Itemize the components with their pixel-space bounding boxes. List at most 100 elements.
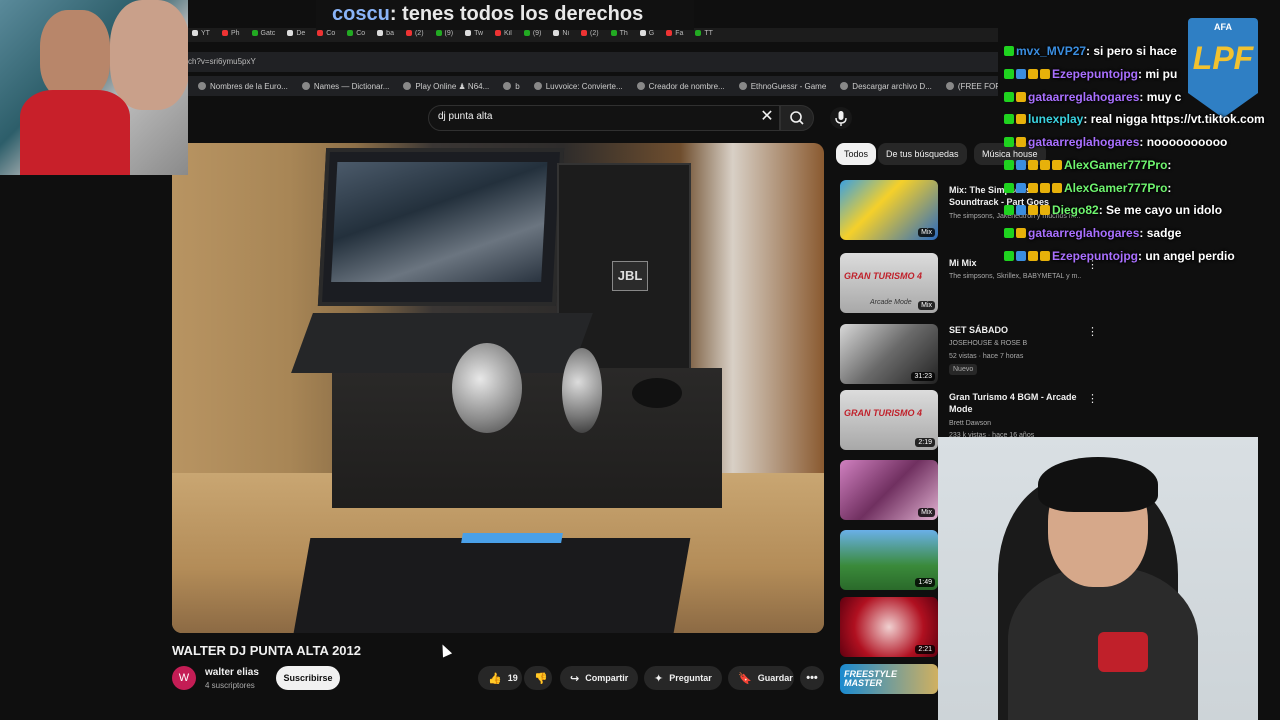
- webcam-top-left: [0, 0, 188, 175]
- recommendation-thumbnail[interactable]: 1:49: [840, 530, 938, 590]
- thumbnail-badge: 1:49: [915, 578, 935, 587]
- chat-badge-icon: [1040, 251, 1050, 261]
- browser-tab[interactable]: Co: [313, 28, 339, 42]
- close-icon[interactable]: ✕: [760, 109, 774, 125]
- address-bar[interactable]: [188, 52, 998, 72]
- recommendation-title[interactable]: Gran Turismo 4 BGM - Arcade Mode: [949, 391, 1081, 415]
- browser-tab[interactable]: Fa: [662, 28, 687, 42]
- bookmark-favicon-icon: [945, 82, 954, 90]
- webcam-streamer: [938, 437, 1258, 720]
- recommendation-thumbnail[interactable]: GRAN TURISMO 4 2:19: [840, 390, 938, 450]
- chat-text: : muy c: [1139, 90, 1182, 104]
- bookmark-label: Creador de nombre...: [648, 81, 725, 91]
- chat-badge-icon: [1052, 160, 1062, 170]
- channel-avatar[interactable]: W: [172, 666, 196, 690]
- thumbnail-text: Arcade Mode: [870, 299, 912, 306]
- browser-tab-strip: YT Ph Gatc De Co Co ba (2) (9) Tw Kil (9) Ni (2) Th G Fa…: [188, 28, 998, 42]
- more-vertical-icon[interactable]: ⋮: [1087, 325, 1098, 338]
- subscriber-count: 4 suscriptores: [205, 681, 255, 690]
- browser-tab[interactable]: G: [636, 28, 658, 42]
- browser-tab[interactable]: Kil: [491, 28, 516, 42]
- like-button[interactable]: 👍 19: [478, 666, 522, 690]
- bookmark-label: Nombres de la Euro...: [210, 81, 288, 91]
- recommendation-thumbnail[interactable]: Mix: [840, 180, 938, 240]
- chat-badge-icon: [1016, 137, 1026, 147]
- channel-name[interactable]: walter elias: [205, 667, 259, 678]
- chat-text: : un angel perdio: [1138, 249, 1235, 263]
- video-frame-mixer-light: [461, 533, 563, 543]
- recommendation-thumbnail[interactable]: FREESTYLE MASTER: [840, 664, 938, 694]
- recommendation-thumbnail[interactable]: 2:21: [840, 597, 938, 657]
- caption-text: coscu: tenes todos los derechos: [332, 3, 643, 26]
- chat-badge-icon: [1016, 69, 1026, 79]
- recommendation-title[interactable]: SET SÁBADO: [949, 324, 1081, 336]
- bookmark-favicon-icon: [503, 82, 512, 90]
- chat-username: Diego82: [1052, 203, 1099, 217]
- browser-tab[interactable]: (2): [577, 28, 603, 42]
- browser-tab[interactable]: Ni: [549, 28, 573, 42]
- bookmark-favicon-icon: [840, 82, 849, 90]
- browser-tab[interactable]: De: [283, 28, 309, 42]
- bookmark-favicon-icon: [738, 82, 747, 90]
- bookmark-item[interactable]: (FREE FOR PROFIT)...: [945, 82, 998, 91]
- bookmark-item[interactable]: Luvvoice: Convierte...: [533, 82, 623, 91]
- league-badge-top-text: AFA: [1214, 22, 1232, 32]
- bookmark-item[interactable]: Creador de nombre...: [636, 81, 725, 91]
- bookmark-label: b: [515, 81, 520, 91]
- video-frame-headphone: [562, 348, 602, 433]
- browser-tab[interactable]: Tw: [461, 28, 487, 42]
- bookmark-item[interactable]: Descargar archivo D...: [840, 82, 932, 91]
- bookmark-favicon-icon: [301, 82, 310, 90]
- chat-badge-icon: [1040, 205, 1050, 215]
- search-button[interactable]: [780, 105, 814, 131]
- browser-tab[interactable]: Th: [607, 28, 632, 42]
- chat-text: :: [1167, 181, 1172, 195]
- chat-badge-icon: [1040, 183, 1050, 193]
- voice-search-button[interactable]: [830, 107, 852, 129]
- browser-tab[interactable]: Ph: [218, 28, 244, 42]
- sparkle-icon: ✦: [654, 672, 664, 685]
- browser-tab[interactable]: (9): [432, 28, 458, 42]
- streamer-hair: [1038, 457, 1158, 512]
- bookmark-item[interactable]: Nombres de la Euro...: [198, 82, 288, 91]
- chat-badge-icon: [1016, 160, 1026, 170]
- browser-tab[interactable]: Co: [343, 28, 369, 42]
- chat-username: AlexGamer777Pro: [1064, 158, 1168, 172]
- more-actions-button[interactable]: •••: [800, 666, 824, 690]
- chat-message: gataarreglahogares: muy c: [1004, 90, 1181, 104]
- browser-tab[interactable]: (9): [520, 28, 546, 42]
- subscribe-button[interactable]: Suscribirse: [276, 666, 340, 690]
- bookmark-item[interactable]: Play Online ♟ N64...: [403, 82, 489, 91]
- chat-message: mvx_MVP27: si pero si hace: [1004, 44, 1177, 58]
- browser-tab[interactable]: (2): [402, 28, 428, 42]
- bookmark-item[interactable]: EthnoGuessr - Game: [738, 82, 826, 91]
- mouse-cursor: [437, 642, 453, 658]
- save-label: Guardar: [757, 673, 793, 683]
- browser-tab[interactable]: YT: [188, 28, 214, 42]
- bookmark-item[interactable]: Names — Dictionar...: [301, 82, 389, 91]
- ask-button[interactable]: ✦ Preguntar: [644, 666, 722, 690]
- recommendation-channel: Brett Dawson: [949, 420, 992, 427]
- chat-username: lunexplay: [1028, 112, 1084, 126]
- chip-from-your-searches[interactable]: De tus búsquedas: [878, 143, 967, 165]
- thumbs-up-icon: 👍: [488, 672, 502, 685]
- chip-all[interactable]: Todos: [836, 143, 877, 165]
- chat-badge-icon: [1004, 114, 1014, 124]
- dislike-button[interactable]: 👎: [524, 666, 552, 690]
- recommendation-thumbnail[interactable]: Mix: [840, 460, 938, 520]
- browser-tab[interactable]: TT: [691, 28, 717, 42]
- share-button[interactable]: ↪ Compartir: [560, 666, 638, 690]
- speaker-brand-logo: JBL: [612, 261, 648, 291]
- chat-badge-icon: [1016, 114, 1026, 124]
- video-player[interactable]: JBL: [172, 143, 824, 633]
- bookmark-item[interactable]: b: [503, 81, 520, 91]
- share-icon: ↪: [570, 672, 580, 685]
- save-button[interactable]: 🔖 Guardar: [728, 666, 794, 690]
- video-frame-laptop: [317, 148, 565, 306]
- browser-tab[interactable]: Gatc: [248, 28, 280, 42]
- recommendation-thumbnail[interactable]: GRAN TURISMO 4 Arcade Mode Mix: [840, 253, 938, 313]
- chat-badge-icon: [1028, 69, 1038, 79]
- recommendation-thumbnail[interactable]: 31:23: [840, 324, 938, 384]
- browser-tab[interactable]: ba: [373, 28, 398, 42]
- more-vertical-icon[interactable]: ⋮: [1087, 392, 1098, 405]
